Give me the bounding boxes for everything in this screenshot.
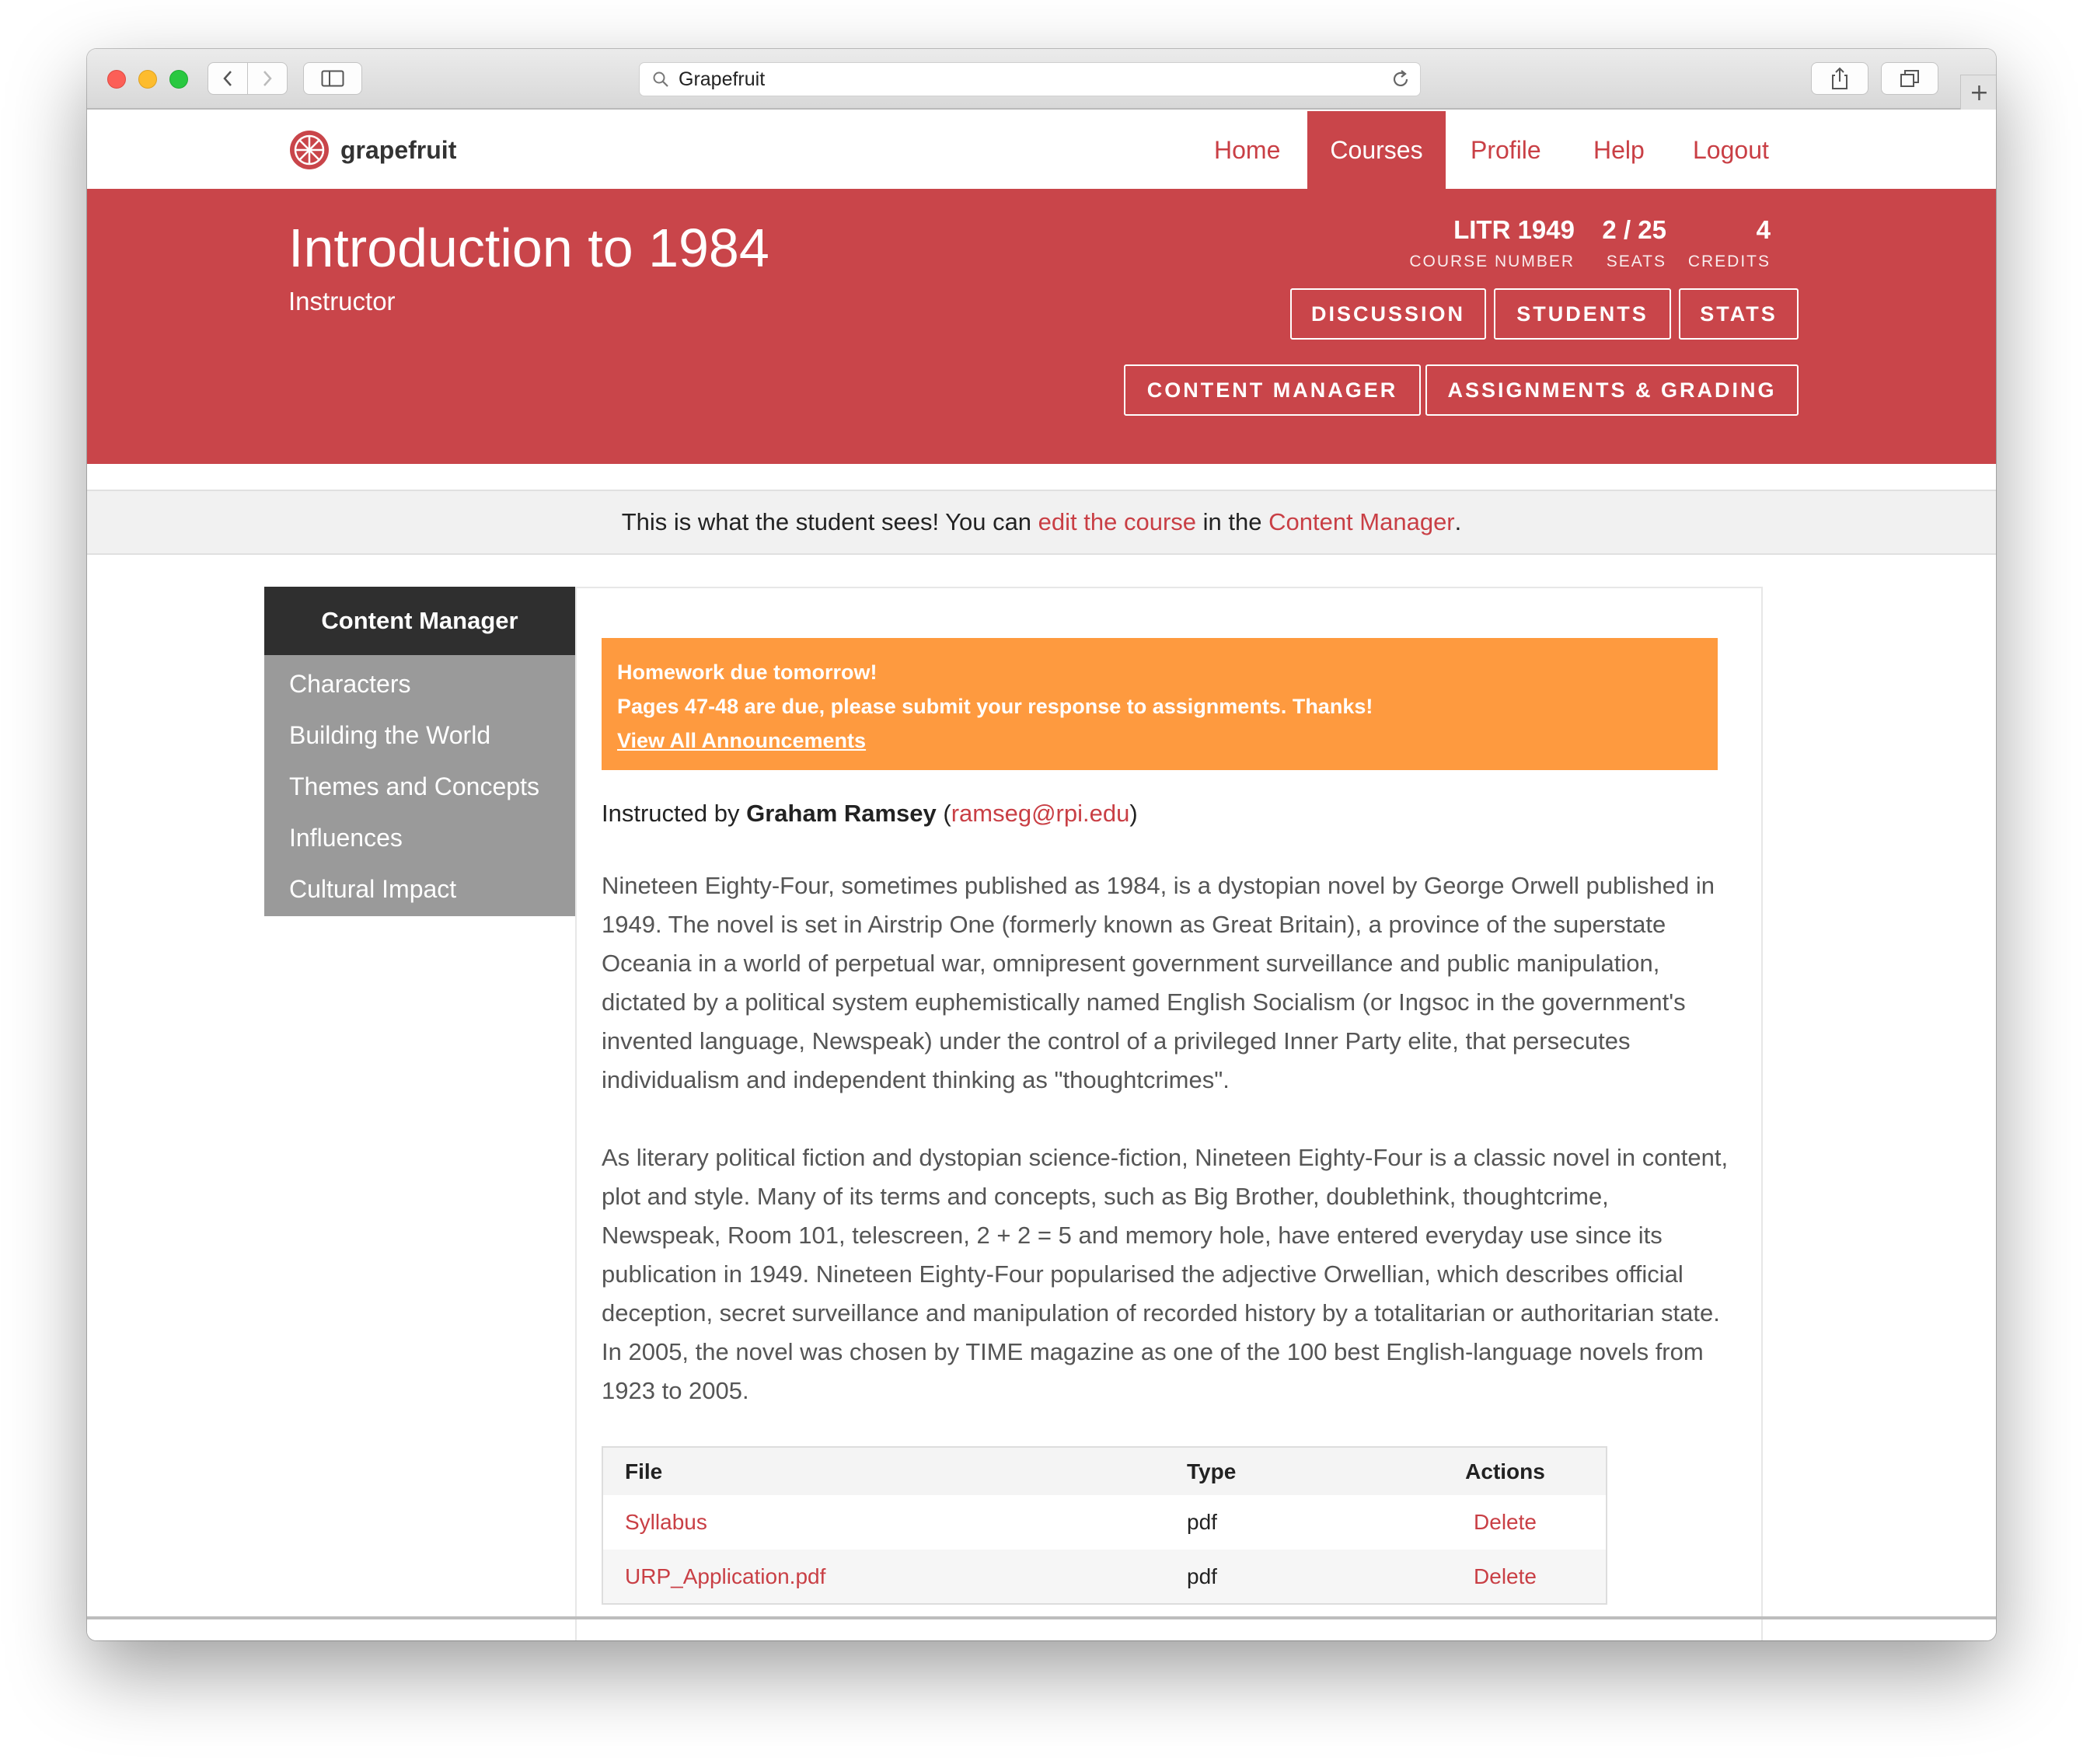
description-paragraph: Nineteen Eighty-Four, sometimes publishe… xyxy=(602,872,1715,1093)
discussion-button[interactable]: DISCUSSION xyxy=(1290,288,1486,340)
nav-logout[interactable]: Logout xyxy=(1693,111,1769,189)
table-header-row: File Type Actions xyxy=(602,1447,1607,1495)
sidebar-list: Characters Building the World Themes and… xyxy=(264,655,575,916)
column-header-type: Type xyxy=(1187,1447,1404,1495)
show-tabs-button[interactable] xyxy=(1881,62,1938,95)
sidebar-item-cultural-impact[interactable]: Cultural Impact xyxy=(264,863,575,915)
content-manager-link[interactable]: Content Manager xyxy=(1268,508,1455,536)
minimize-window-button[interactable] xyxy=(138,70,157,89)
course-role: Instructor xyxy=(288,287,396,315)
table-row: Syllabus pdf Delete xyxy=(602,1495,1607,1550)
brand-name: grapefruit xyxy=(340,135,457,164)
share-icon xyxy=(1832,67,1847,89)
zoom-window-button[interactable] xyxy=(169,70,188,89)
view-all-announcements-link[interactable]: View All Announcements xyxy=(617,723,1702,758)
course-description: Nineteen Eighty-Four, sometimes publishe… xyxy=(602,866,1730,1449)
sidebar-item-influences[interactable]: Influences xyxy=(264,812,575,863)
address-bar-text: Grapefruit xyxy=(679,68,766,90)
search-icon xyxy=(653,71,668,87)
student-view-notice: This is what the student sees! You can e… xyxy=(87,490,1996,555)
course-content: Homework due tomorrow! Pages 47-48 are d… xyxy=(575,587,1763,1640)
close-paren: ) xyxy=(1129,800,1138,827)
content-sidebar: Content Manager Characters Building the … xyxy=(264,587,575,916)
delete-file-link[interactable]: Delete xyxy=(1474,1564,1537,1588)
stat-credits: 4 CREDITS xyxy=(1688,215,1771,271)
instructor-name: Graham Ramsey xyxy=(746,800,937,827)
course-header: Introduction to 1984 Instructor LITR 194… xyxy=(87,189,1996,464)
instructor-line: Instructed by Graham Ramsey (ramseg@rpi.… xyxy=(602,800,1138,828)
back-chevron-icon xyxy=(223,71,232,86)
stat-value: 4 xyxy=(1756,215,1771,244)
back-button[interactable] xyxy=(208,62,248,95)
students-button[interactable]: STUDENTS xyxy=(1494,288,1671,340)
forward-button[interactable] xyxy=(247,62,288,95)
close-window-button[interactable] xyxy=(107,70,126,89)
sidebar-toggle-button[interactable] xyxy=(303,62,362,95)
course-title: Introduction to 1984 xyxy=(288,218,769,278)
forward-chevron-icon xyxy=(263,71,272,86)
edit-course-link[interactable]: edit the course xyxy=(1038,508,1196,536)
nav-home[interactable]: Home xyxy=(1214,111,1280,189)
top-nav: grapefruit Home Courses Profile Help Log… xyxy=(87,111,1996,189)
sidebar-item-building-the-world[interactable]: Building the World xyxy=(264,709,575,761)
description-paragraph: As literary political fiction and dystop… xyxy=(602,1144,1729,1404)
instructor-prefix: Instructed by xyxy=(602,800,747,827)
file-type: pdf xyxy=(1187,1550,1404,1604)
notice-middle: in the xyxy=(1196,508,1269,535)
stat-course-number: LITR 1949 COURSE NUMBER xyxy=(1409,215,1575,271)
new-tab-button[interactable]: + xyxy=(1960,75,1996,110)
announcement-banner: Homework due tomorrow! Pages 47-48 are d… xyxy=(602,638,1718,770)
sidebar-item-themes-and-concepts[interactable]: Themes and Concepts xyxy=(264,761,575,812)
nav-profile[interactable]: Profile xyxy=(1471,111,1541,189)
notice-prefix: This is what the student sees! You can xyxy=(621,508,1038,535)
content-manager-button[interactable]: CONTENT MANAGER xyxy=(1124,364,1421,416)
stat-label: SEATS xyxy=(1606,253,1666,270)
open-paren: ( xyxy=(936,800,951,827)
file-type: pdf xyxy=(1187,1510,1217,1534)
stat-label: CREDITS xyxy=(1687,253,1771,270)
grapefruit-logo-icon xyxy=(290,131,329,169)
column-header-actions: Actions xyxy=(1404,1447,1607,1495)
column-header-file: File xyxy=(602,1447,1187,1495)
page: grapefruit Home Courses Profile Help Log… xyxy=(87,111,1996,1640)
sidebar-item-characters[interactable]: Characters xyxy=(264,658,575,709)
sidebar-heading: Content Manager xyxy=(264,587,575,655)
sidebar-icon xyxy=(321,70,344,87)
announcement-title: Homework due tomorrow! xyxy=(617,661,878,684)
nav-help[interactable]: Help xyxy=(1593,111,1645,189)
reload-icon[interactable] xyxy=(1390,69,1411,89)
browser-toolbar: Grapefruit + xyxy=(87,49,1996,110)
stats-button[interactable]: STATS xyxy=(1679,288,1799,340)
stat-value: 2 / 25 xyxy=(1602,215,1666,244)
notice-suffix: . xyxy=(1454,508,1462,535)
nav-courses[interactable]: Courses xyxy=(1307,111,1446,189)
assignments-grading-button[interactable]: ASSIGNMENTS & GRADING xyxy=(1425,364,1799,416)
address-bar[interactable]: Grapefruit xyxy=(639,62,1421,96)
stat-label: COURSE NUMBER xyxy=(1409,253,1575,270)
browser-window: Grapefruit + grapefruit Home Courses Pro… xyxy=(87,49,1996,1640)
window-bottom-edge xyxy=(87,1616,1996,1619)
stat-seats: 2 / 25 SEATS xyxy=(1602,215,1666,271)
brand-logo[interactable]: grapefruit xyxy=(289,130,456,170)
announcement-body: Pages 47-48 are due, please submit your … xyxy=(617,695,1373,718)
share-button[interactable] xyxy=(1811,62,1868,95)
instructor-email-link[interactable]: ramseg@rpi.edu xyxy=(951,800,1130,827)
file-link[interactable]: Syllabus xyxy=(625,1510,707,1534)
tabs-icon xyxy=(1900,70,1919,87)
stat-value: LITR 1949 xyxy=(1453,215,1575,244)
files-table: File Type Actions Syllabus pdf Delete UR… xyxy=(602,1446,1607,1605)
file-link[interactable]: URP_Application.pdf xyxy=(625,1564,825,1588)
delete-file-link[interactable]: Delete xyxy=(1474,1510,1537,1534)
table-row: URP_Application.pdf pdf Delete xyxy=(602,1550,1607,1604)
